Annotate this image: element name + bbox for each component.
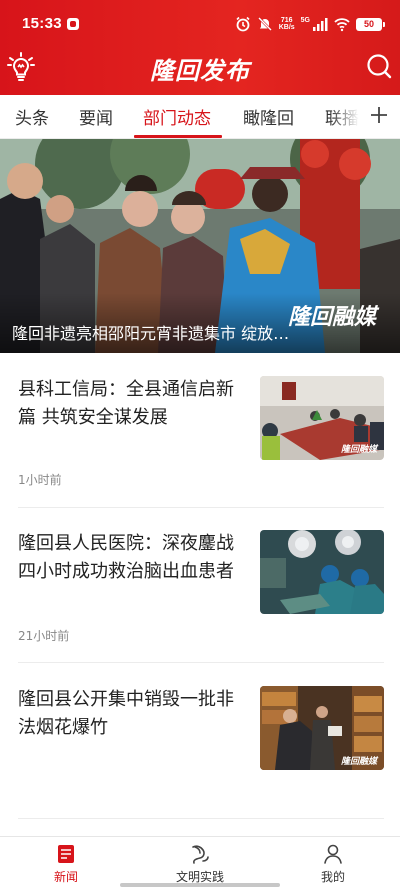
app-notification-icon xyxy=(67,18,79,30)
wifi-icon xyxy=(334,18,350,32)
list-divider xyxy=(18,818,384,819)
tabs-fade xyxy=(330,95,366,138)
tab-key-news[interactable]: 要闻 xyxy=(79,104,113,129)
alarm-icon xyxy=(236,16,250,32)
news-time: 1小时前 xyxy=(18,473,62,487)
profile-icon xyxy=(324,844,342,864)
nav-news[interactable]: 新闻 xyxy=(21,843,111,885)
civilization-icon xyxy=(192,845,209,864)
signal-icon xyxy=(313,18,328,31)
news-title: 县科工信局：全县通信启新篇 共筑安全谋发展 xyxy=(18,379,234,428)
home-indicator[interactable] xyxy=(120,883,280,887)
status-bar: 15:33 716 KB/s 5G 50 xyxy=(0,0,400,48)
news-icon xyxy=(58,845,74,863)
news-item[interactable]: 隆回县公开集中销毁一批非法烟花爆竹 隆回融媒 xyxy=(18,686,384,840)
channel-tabs: 头条 要闻 部门动态 瞰隆回 联播 xyxy=(0,95,400,139)
mute-bell-icon xyxy=(257,17,272,31)
news-item[interactable]: 隆回县人民医院：深夜鏖战四小时成功救治脑出血患者 21小时前 xyxy=(18,530,384,684)
nav-profile[interactable]: 我的 xyxy=(288,843,378,885)
thumbnail-watermark: 隆回融媒 xyxy=(341,445,378,455)
nav-civilization-practice[interactable]: 文明实践 xyxy=(155,843,245,885)
add-channel-icon[interactable] xyxy=(370,106,388,124)
news-title: 隆回县人民医院：深夜鏖战四小时成功救治脑出血患者 xyxy=(18,533,234,582)
app-title: 隆回发布 xyxy=(150,56,250,85)
tab-headlines[interactable]: 头条 xyxy=(15,104,49,129)
speed-value: 716 xyxy=(280,17,293,24)
active-tab-indicator xyxy=(134,135,222,138)
thumbnail-watermark: 隆回融媒 xyxy=(341,757,378,767)
hero-caption: 隆回非遗亮相邵阳元宵非遗集市 绽放… xyxy=(12,324,290,343)
tab-view-longhui[interactable]: 瞰隆回 xyxy=(243,104,294,129)
news-time: 21小时前 xyxy=(18,629,70,643)
status-icons: 716 KB/s 5G 50 xyxy=(235,14,385,34)
app-header: 15:33 716 KB/s 5G 50 隆回发布 xyxy=(0,0,400,95)
nav-label: 我的 xyxy=(320,870,345,884)
news-title: 隆回县公开集中销毁一批非法烟花爆竹 xyxy=(18,689,234,738)
status-time: 15:33 xyxy=(22,15,62,32)
news-thumbnail xyxy=(260,530,384,614)
network-speed: 716 KB/s xyxy=(279,17,295,31)
speed-unit: KB/s xyxy=(278,24,295,31)
hero-banner[interactable]: 隆回融媒 隆回非遗亮相邵阳元宵非遗集市 绽放… xyxy=(0,139,400,353)
list-divider xyxy=(18,662,384,663)
bottom-navigation: 新闻 文明实践 我的 xyxy=(0,836,400,889)
battery-indicator: 50 xyxy=(356,17,385,31)
search-icon[interactable] xyxy=(366,53,392,79)
list-divider xyxy=(18,507,384,508)
header-bar: 隆回发布 xyxy=(0,48,400,95)
nav-label: 新闻 xyxy=(53,870,78,884)
network-type: 5G xyxy=(300,16,310,24)
tab-department-news[interactable]: 部门动态 xyxy=(143,104,211,129)
